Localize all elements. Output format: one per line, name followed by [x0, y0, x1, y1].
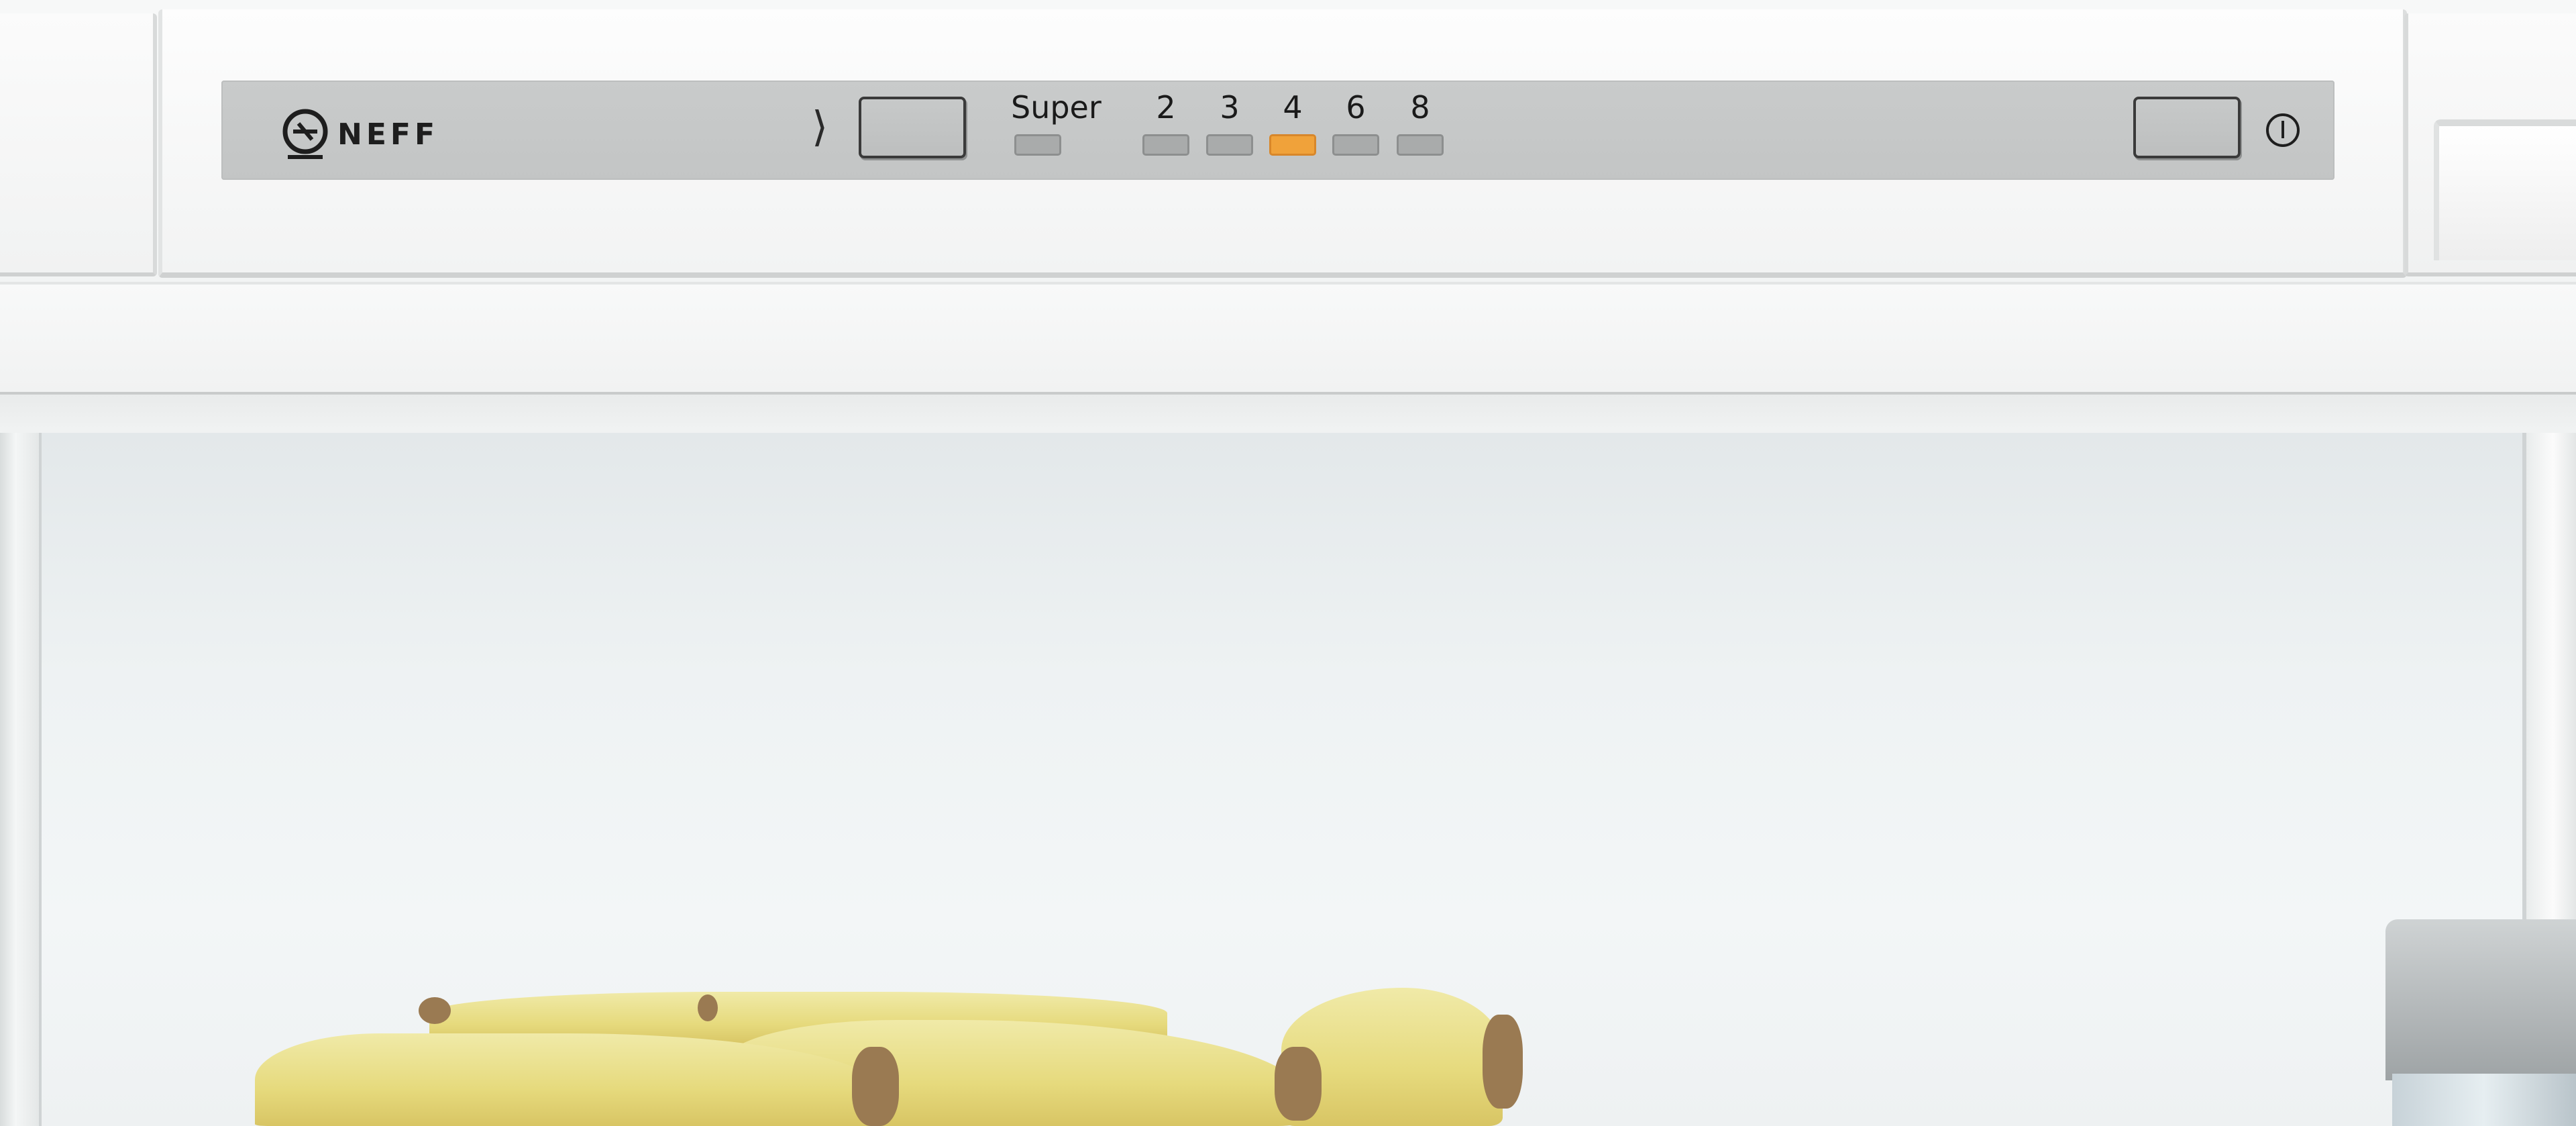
brand-logo: NEFF [278, 101, 480, 168]
door-handle[interactable] [2434, 119, 2576, 260]
top-trim-strip [0, 282, 2576, 397]
level-indicator [1397, 134, 1444, 156]
level-label: Super [1011, 89, 1102, 125]
chevron-right-icon: ⟩ [812, 102, 828, 151]
level-label: 2 [1156, 89, 1176, 125]
level-2: 2 [1139, 90, 1193, 156]
level-indicator [1206, 134, 1253, 156]
storage-container [2392, 1074, 2576, 1126]
power-button[interactable] [2133, 97, 2241, 158]
neff-logo-icon [278, 107, 332, 161]
level-label: 4 [1283, 89, 1303, 125]
storage-container-lid [2385, 919, 2576, 1080]
level-6: 6 [1329, 90, 1383, 156]
level-label: 3 [1220, 89, 1240, 125]
power-icon [2264, 111, 2302, 149]
level-indicator [1142, 134, 1189, 156]
level-super: Super [1011, 89, 1102, 156]
left-panel-module [0, 13, 157, 276]
control-panel: NEFF ⟩ Super 2 3 4 6 8 [221, 81, 2334, 180]
level-indicator [1014, 134, 1061, 156]
level-3: 3 [1203, 90, 1256, 156]
level-8: 8 [1393, 90, 1447, 156]
level-indicator [1332, 134, 1379, 156]
temperature-select-button[interactable] [859, 97, 966, 158]
level-label: 6 [1346, 89, 1366, 125]
pineapple-slices [255, 980, 1529, 1126]
interior-top-edge [0, 395, 2576, 435]
brand-name: NEFF [337, 117, 439, 152]
level-label: 8 [1410, 89, 1430, 125]
level-4: 4 [1266, 90, 1320, 156]
pineapple-slice-front [255, 1033, 899, 1126]
interior-left-wall [0, 433, 42, 1126]
level-indicator [1269, 134, 1316, 156]
